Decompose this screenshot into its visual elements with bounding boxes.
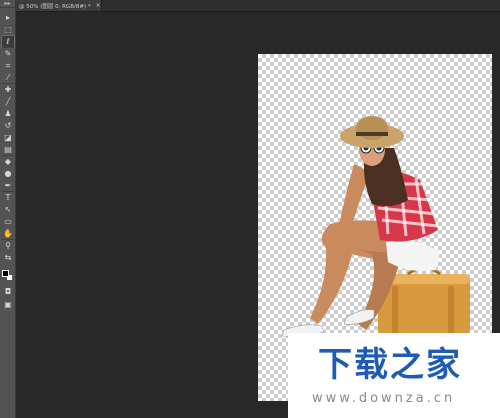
foreground-color-swatch[interactable] xyxy=(2,270,9,277)
tab-bar-background xyxy=(102,0,500,12)
document-tab[interactable]: @ 50% (图层 0, RGB/8#) * × xyxy=(16,0,102,12)
close-icon[interactable]: × xyxy=(96,2,101,9)
crop-tool-icon[interactable]: ⌗ xyxy=(2,60,14,71)
document-tab-title: @ 50% (图层 0, RGB/8#) * xyxy=(19,3,91,10)
marquee-tool-icon[interactable]: ⬚ xyxy=(2,24,14,35)
zoom-tool-icon[interactable]: ⚲ xyxy=(2,240,14,251)
hand-tool-icon[interactable]: ✋ xyxy=(2,228,14,239)
type-tool-icon[interactable]: T xyxy=(2,192,14,203)
collapse-arrows-icon: ▸▸ xyxy=(4,0,11,7)
tools-panel-grip[interactable]: ▸▸ xyxy=(0,0,15,8)
quick-selection-tool-icon[interactable]: ✎ xyxy=(2,48,14,59)
path-selection-tool-icon[interactable]: ↖ xyxy=(2,204,14,215)
move-tool-icon[interactable]: ▸ xyxy=(2,12,14,23)
watermark-logo-text: 下载之家 xyxy=(318,345,462,385)
lasso-tool-icon[interactable]: ℓ xyxy=(1,35,15,48)
screen-mode-icon[interactable]: ▣ xyxy=(2,299,14,310)
history-brush-tool-icon[interactable]: ↺ xyxy=(2,120,14,131)
shape-tool-icon[interactable]: ▭ xyxy=(2,216,14,227)
healing-brush-tool-icon[interactable]: ✚ xyxy=(2,84,14,95)
dodge-tool-icon[interactable]: ● xyxy=(2,168,14,179)
eraser-tool-icon[interactable]: ◪ xyxy=(2,132,14,143)
clone-stamp-tool-icon[interactable]: ♟ xyxy=(2,108,14,119)
eyedropper-tool-icon[interactable]: ⁄ xyxy=(2,72,14,83)
gradient-tool-icon[interactable]: ▤ xyxy=(2,144,14,155)
tools-panel: ▸▸ ▸ ⬚ ℓ ✎ ⌗ ⁄ ✚ ╱ ♟ ↺ ◪ ▤ ◆ ● ✒ T ↖ ▭ ✋ ⚲ ⇆ ◘ ▣ xyxy=(0,0,16,418)
watermark-url-text: www.downza.cn xyxy=(312,391,456,406)
blur-tool-icon[interactable]: ◆ xyxy=(2,156,14,167)
site-watermark: 下载之家 www.downza.cn xyxy=(288,333,500,418)
hat-shape xyxy=(340,116,404,148)
swap-colors-icon[interactable]: ⇆ xyxy=(2,252,14,263)
quick-mask-icon[interactable]: ◘ xyxy=(2,286,14,297)
brush-tool-icon[interactable]: ╱ xyxy=(2,96,14,107)
pen-tool-icon[interactable]: ✒ xyxy=(2,180,14,191)
